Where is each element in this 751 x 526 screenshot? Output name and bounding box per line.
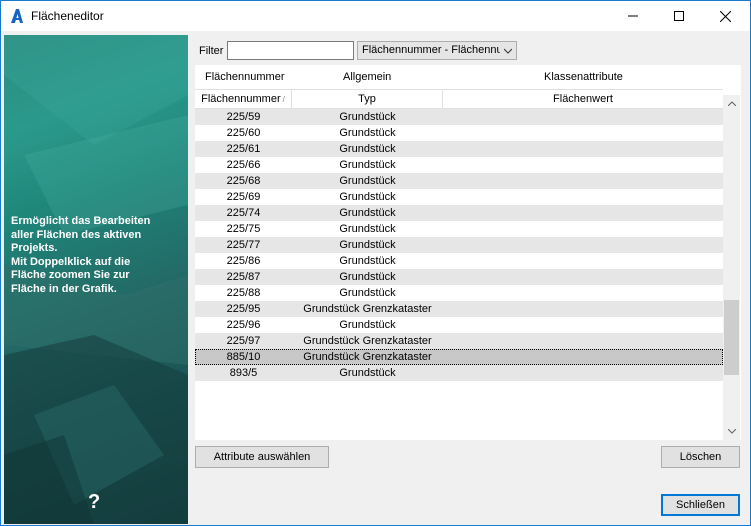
cell-flaechennummer: 225/86 xyxy=(226,255,261,267)
flaecheneditor-window: Flächeneditor Ermöglicht das Bearbeiten … xyxy=(0,0,751,526)
scroll-down-button[interactable] xyxy=(723,423,740,440)
cell-typ: Grundstück xyxy=(339,127,396,139)
table-row[interactable]: 893/5 Grundstück xyxy=(195,365,723,381)
filter-field-select[interactable]: Flächennummer - Flächennummer xyxy=(357,41,517,60)
cell-typ: Grundstück xyxy=(339,367,396,379)
table-row[interactable]: 225/61 Grundstück xyxy=(195,141,723,157)
filter-select-value: Flächennummer - Flächennummer xyxy=(362,44,500,56)
column-header-label: Typ xyxy=(358,93,376,105)
minimize-button[interactable] xyxy=(610,1,656,31)
cell-typ: Grundstück xyxy=(339,239,396,251)
cell-typ: Grundstück xyxy=(339,159,396,171)
cell-flaechennummer: 225/77 xyxy=(226,239,261,251)
filter-label: Filter xyxy=(199,45,224,57)
select-attributes-button[interactable]: Attribute auswählen xyxy=(195,446,329,468)
table-row[interactable]: 225/66 Grundstück xyxy=(195,157,723,173)
scroll-up-button[interactable] xyxy=(723,95,740,112)
cell-typ: Grundstück xyxy=(339,271,396,283)
filter-input[interactable] xyxy=(227,41,354,60)
cell-flaechennummer: 225/97 xyxy=(226,335,261,347)
chevron-down-icon xyxy=(504,48,512,54)
group-header-allgemein: Allgemein xyxy=(343,71,392,83)
cell-flaechennummer: 225/75 xyxy=(226,223,261,235)
table-row[interactable]: 225/97 Grundstück Grenzkataster xyxy=(195,333,723,349)
close-window-button[interactable] xyxy=(702,1,748,31)
cell-flaechennummer: 225/60 xyxy=(226,127,261,139)
cell-typ: Grundstück xyxy=(339,255,396,267)
vertical-scrollbar[interactable] xyxy=(723,95,740,440)
cell-typ: Grundstück xyxy=(339,207,396,219)
table-row[interactable]: 225/75 Grundstück xyxy=(195,221,723,237)
group-header-klassenattribute: Klassenattribute xyxy=(544,71,623,83)
cell-flaechennummer: 225/95 xyxy=(226,303,261,315)
cell-flaechennummer: 225/88 xyxy=(226,287,261,299)
table-row[interactable]: 225/59 Grundstück xyxy=(195,109,723,125)
table-row[interactable]: 225/96 Grundstück xyxy=(195,317,723,333)
table-row[interactable]: 225/77 Grundstück xyxy=(195,237,723,253)
chevron-up-icon xyxy=(727,101,736,106)
cell-typ: Grundstück xyxy=(339,191,396,203)
cell-flaechennummer: 225/87 xyxy=(226,271,261,283)
table-row[interactable]: 225/60 Grundstück xyxy=(195,125,723,141)
window-title: Flächeneditor xyxy=(31,9,104,23)
column-header-label: Flächennummer xyxy=(201,93,281,105)
delete-button[interactable]: Löschen xyxy=(661,446,740,468)
cell-flaechennummer: 225/74 xyxy=(226,207,261,219)
column-header-label: Flächenwert xyxy=(553,93,613,105)
column-header-typ[interactable]: Typ xyxy=(292,89,443,109)
table-row[interactable]: 885/10 Grundstück Grenzkataster xyxy=(195,349,723,365)
scrollbar-thumb[interactable] xyxy=(724,300,739,375)
cell-typ: Grundstück Grenzkataster xyxy=(303,335,432,347)
areas-table: Flächennummer Allgemein Klassenattribute… xyxy=(195,65,741,440)
cell-flaechennummer: 225/59 xyxy=(226,111,261,123)
cell-flaechennummer: 225/61 xyxy=(226,143,261,155)
cell-typ: Grundstück Grenzkataster xyxy=(303,351,432,363)
maximize-icon xyxy=(674,11,684,21)
column-header-flaechennummer[interactable]: Flächennummer / xyxy=(195,89,292,109)
cell-flaechennummer: 893/5 xyxy=(229,367,258,379)
chevron-down-icon xyxy=(727,429,736,434)
maximize-button[interactable] xyxy=(656,1,702,31)
table-row[interactable]: 225/74 Grundstück xyxy=(195,205,723,221)
close-icon xyxy=(719,10,731,22)
minimize-icon xyxy=(628,15,638,17)
table-body: 225/59 Grundstück 225/60 Grundstück 225/61 Gr… xyxy=(195,109,723,381)
cell-typ: Grundstück xyxy=(339,223,396,235)
side-description: Ermöglicht das Bearbeiten aller Flächen … xyxy=(11,215,151,295)
cell-flaechennummer: 225/68 xyxy=(226,175,261,187)
cell-flaechennummer: 885/10 xyxy=(226,351,261,363)
table-row[interactable]: 225/95 Grundstück Grenzkataster xyxy=(195,301,723,317)
column-header-flaechenwert[interactable]: Flächenwert xyxy=(443,89,723,109)
title-bar[interactable]: Flächeneditor xyxy=(1,1,750,31)
help-button[interactable]: ? xyxy=(76,485,116,517)
cell-typ: Grundstück xyxy=(339,287,396,299)
sort-indicator-icon: / xyxy=(282,95,285,104)
table-row[interactable]: 225/68 Grundstück xyxy=(195,173,723,189)
help-icon: ? xyxy=(88,491,101,513)
cell-typ: Grundstück xyxy=(339,111,396,123)
table-row[interactable]: 225/86 Grundstück xyxy=(195,253,723,269)
table-row[interactable]: 225/88 Grundstück xyxy=(195,285,723,301)
cell-flaechennummer: 225/66 xyxy=(226,159,261,171)
cell-typ: Grundstück Grenzkataster xyxy=(303,303,432,315)
cell-typ: Grundstück xyxy=(339,319,396,331)
close-button[interactable]: Schließen xyxy=(661,494,740,516)
cell-flaechennummer: 225/69 xyxy=(226,191,261,203)
table-row[interactable]: 225/87 Grundstück xyxy=(195,269,723,285)
autocad-a-icon xyxy=(11,9,23,23)
cell-typ: Grundstück xyxy=(339,143,396,155)
group-header-flaechennummer: Flächennummer xyxy=(205,71,285,83)
cell-typ: Grundstück xyxy=(339,175,396,187)
table-row[interactable]: 225/69 Grundstück xyxy=(195,189,723,205)
side-info-panel: Ermöglicht das Bearbeiten aller Flächen … xyxy=(4,35,188,524)
dialog-content: Ermöglicht das Bearbeiten aller Flächen … xyxy=(1,31,750,525)
cell-flaechennummer: 225/96 xyxy=(226,319,261,331)
